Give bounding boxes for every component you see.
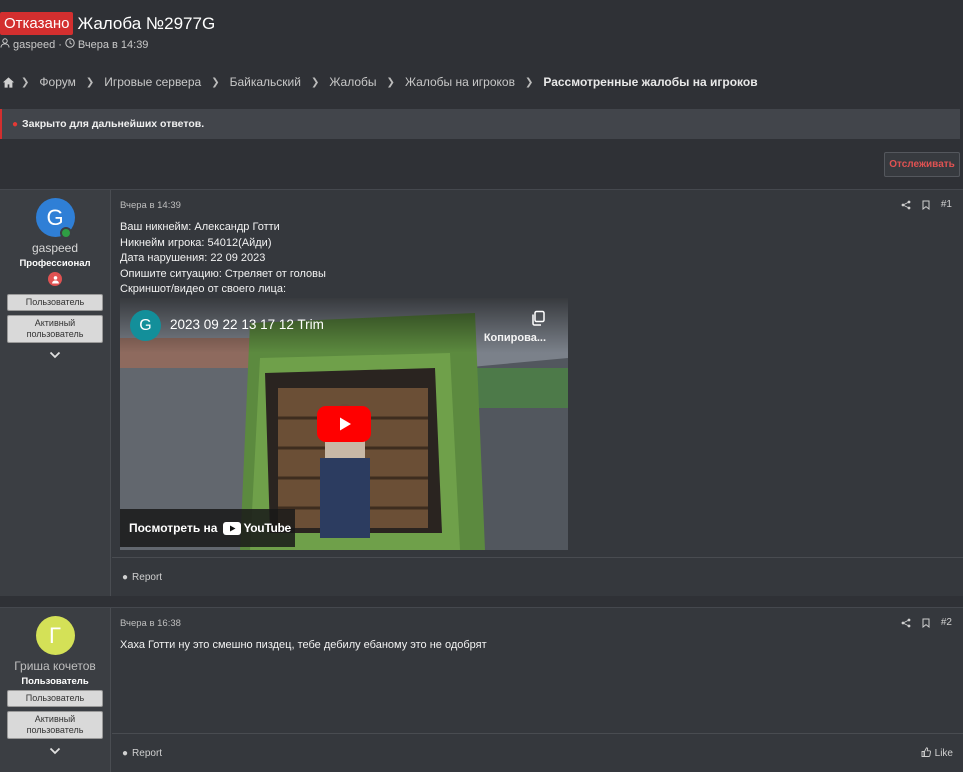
share-icon[interactable]: [901, 200, 911, 210]
breadcrumb-item-forum[interactable]: Форум: [39, 75, 75, 89]
chevron-right-icon: ❯: [524, 76, 534, 88]
report-icon: ●: [122, 571, 129, 583]
copy-icon: [530, 310, 546, 326]
post-number[interactable]: #2: [941, 617, 952, 628]
username[interactable]: Гриша кочетов: [14, 659, 96, 673]
chevron-right-icon: ❯: [21, 76, 30, 88]
play-button[interactable]: [317, 406, 371, 442]
bookmark-icon[interactable]: [921, 618, 931, 628]
clock-icon: [65, 38, 75, 51]
post: Г Гриша кочетов Пользователь Пользовател…: [0, 607, 963, 772]
breadcrumb-item-player-complaints[interactable]: Жалобы на игроков: [405, 75, 515, 89]
chevron-right-icon: ❯: [211, 76, 220, 88]
post-line: Скриншот/видео от своего лица:: [120, 283, 286, 295]
post: G gaspeed Профессионал Пользователь Акти…: [0, 189, 963, 596]
thread-author[interactable]: gaspeed: [13, 39, 55, 51]
user-banner: Пользователь: [7, 690, 103, 707]
lock-icon: ●: [12, 118, 19, 130]
watch-on-youtube-button[interactable]: Посмотреть на YouTube: [120, 509, 295, 547]
bookmark-icon[interactable]: [921, 200, 931, 210]
breadcrumb-item-reviewed[interactable]: Рассмотренные жалобы на игроков: [543, 75, 757, 89]
avatar-letter: G: [46, 204, 64, 230]
user-badge-icon: [48, 272, 62, 286]
watch-on-label: Посмотреть на: [129, 521, 218, 535]
post-user-panel: G gaspeed Профессионал Пользователь Акти…: [0, 190, 111, 596]
chevron-down-icon[interactable]: [49, 747, 61, 755]
post-body: Ваш никнейм: Александр Готти Никнейм игр…: [120, 220, 326, 298]
post-actions: #1: [901, 199, 952, 210]
user-title: Профессионал: [19, 258, 91, 269]
chevron-down-icon[interactable]: [49, 351, 61, 359]
play-icon: [340, 417, 351, 431]
youtube-logo-icon: YouTube: [223, 521, 291, 535]
locked-notice: ● Закрыто для дальнейших ответов.: [0, 109, 960, 139]
avatar[interactable]: G: [35, 198, 75, 239]
like-label: Like: [934, 747, 953, 759]
home-icon[interactable]: [2, 76, 15, 89]
post-date[interactable]: Вчера в 14:39: [120, 200, 181, 211]
post-actions: #2: [901, 617, 952, 628]
like-button[interactable]: Like: [921, 746, 953, 760]
youtube-play-icon: [223, 521, 242, 535]
avatar[interactable]: Г: [35, 616, 75, 655]
post-main: Вчера в 14:39 #1 Ваш никнейм: Александр …: [112, 190, 963, 596]
report-label: Report: [132, 571, 163, 583]
user-banner: Пользователь: [7, 294, 103, 311]
report-button[interactable]: ● Report: [122, 748, 162, 759]
locked-notice-text: Закрыто для дальнейших ответов.: [22, 118, 205, 130]
breadcrumb-item-server[interactable]: Байкальский: [230, 75, 301, 89]
post-footer: ● Report Like: [112, 733, 963, 772]
post-footer: ● Report: [112, 557, 963, 596]
post-number[interactable]: #1: [941, 199, 952, 210]
report-label: Report: [132, 747, 163, 759]
post-line: Опишите ситуацию: Стреляет от головы: [120, 267, 326, 280]
copy-label: Копирова...: [483, 332, 546, 344]
user-title: Пользователь: [21, 676, 89, 687]
user-banner: Активный пользователь: [7, 315, 103, 343]
thread-meta: gaspeed · Вчера в 14:39: [0, 38, 148, 51]
breadcrumb-item-complaints[interactable]: Жалобы: [329, 75, 376, 89]
post-date[interactable]: Вчера в 16:38: [120, 618, 181, 629]
status-label: Отказано: [0, 12, 74, 35]
user-banner: Активный пользователь: [7, 711, 103, 739]
thread-header: Отказано Жалоба №2977G: [0, 12, 215, 35]
page-title: Жалоба №2977G: [77, 13, 216, 33]
share-icon[interactable]: [901, 618, 911, 628]
chevron-right-icon: ❯: [310, 76, 320, 88]
youtube-wordmark: YouTube: [243, 521, 291, 535]
channel-avatar[interactable]: G: [130, 310, 161, 341]
user-icon: [0, 38, 10, 51]
breadcrumb: ❯ Форум ❯ Игровые сервера ❯ Байкальский …: [0, 75, 762, 89]
post-line: Ваш никнейм: Александр Готти: [120, 221, 280, 233]
thumbs-up-icon: [921, 746, 931, 760]
chevron-right-icon: ❯: [85, 76, 95, 88]
post-line: Хаха Готти ну это смешно пиздец, тебе де…: [120, 639, 487, 651]
avatar-letter: Г: [49, 622, 61, 648]
video-title[interactable]: 2023 09 22 13 17 12 Trim: [170, 317, 324, 332]
watch-button[interactable]: Отслеживать: [884, 152, 960, 177]
post-line: Никнейм игрока: 54012(Айди): [120, 236, 272, 249]
report-icon: ●: [122, 747, 129, 759]
youtube-embed[interactable]: G 2023 09 22 13 17 12 Trim Копирова... П…: [120, 298, 568, 550]
post-line: Дата нарушения: 22 09 2023: [120, 252, 266, 264]
post-user-panel: Г Гриша кочетов Пользователь Пользовател…: [0, 608, 111, 772]
report-button[interactable]: ● Report: [122, 572, 162, 583]
thread-date[interactable]: Вчера в 14:39: [78, 39, 149, 51]
online-indicator-icon: [59, 227, 72, 239]
copy-link-button[interactable]: Копирова...: [484, 310, 546, 344]
chevron-right-icon: ❯: [386, 76, 395, 88]
post-main: Вчера в 16:38 #2 Хаха Готти ну это смешн…: [112, 608, 963, 772]
breadcrumb-item-servers[interactable]: Игровые сервера: [104, 75, 201, 89]
username[interactable]: gaspeed: [32, 241, 78, 255]
post-body: Хаха Готти ну это смешно пиздец, тебе де…: [120, 638, 487, 654]
meta-separator: ·: [58, 38, 62, 51]
